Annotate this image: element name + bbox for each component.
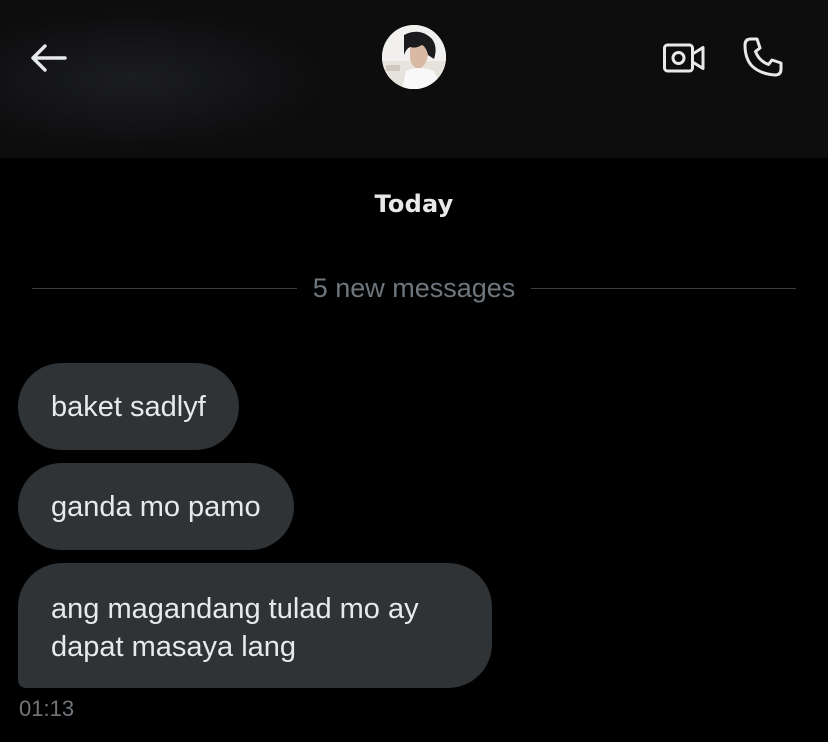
video-call-button[interactable] [660,36,708,80]
message-text: ang magandang tulad mo ay dapat masaya l… [51,592,419,663]
new-messages-label: 5 new messages [312,272,516,303]
message-text: baket sadlyf [51,390,206,423]
back-button[interactable] [26,36,70,80]
arrow-left-icon [31,44,67,72]
phone-icon [743,37,783,77]
message-text: ganda mo pamo [51,490,261,523]
conversation-header [0,0,828,158]
header-blurred-name [0,10,330,150]
profile-avatar-image [382,25,446,89]
message-timestamp: 01:13 [19,696,75,721]
message-bubble[interactable]: ganda mo pamo [18,463,294,550]
avatar[interactable] [382,25,446,89]
new-messages-divider: 5 new messages [32,270,797,306]
video-camera-icon [663,43,705,73]
divider-line-right [531,287,797,289]
message-bubble[interactable]: ang magandang tulad mo ay dapat masaya l… [18,563,492,688]
date-separator: Today [374,190,454,218]
message-bubble[interactable]: baket sadlyf [18,363,239,450]
divider-line-left [32,287,297,289]
phone-call-button[interactable] [738,32,788,82]
